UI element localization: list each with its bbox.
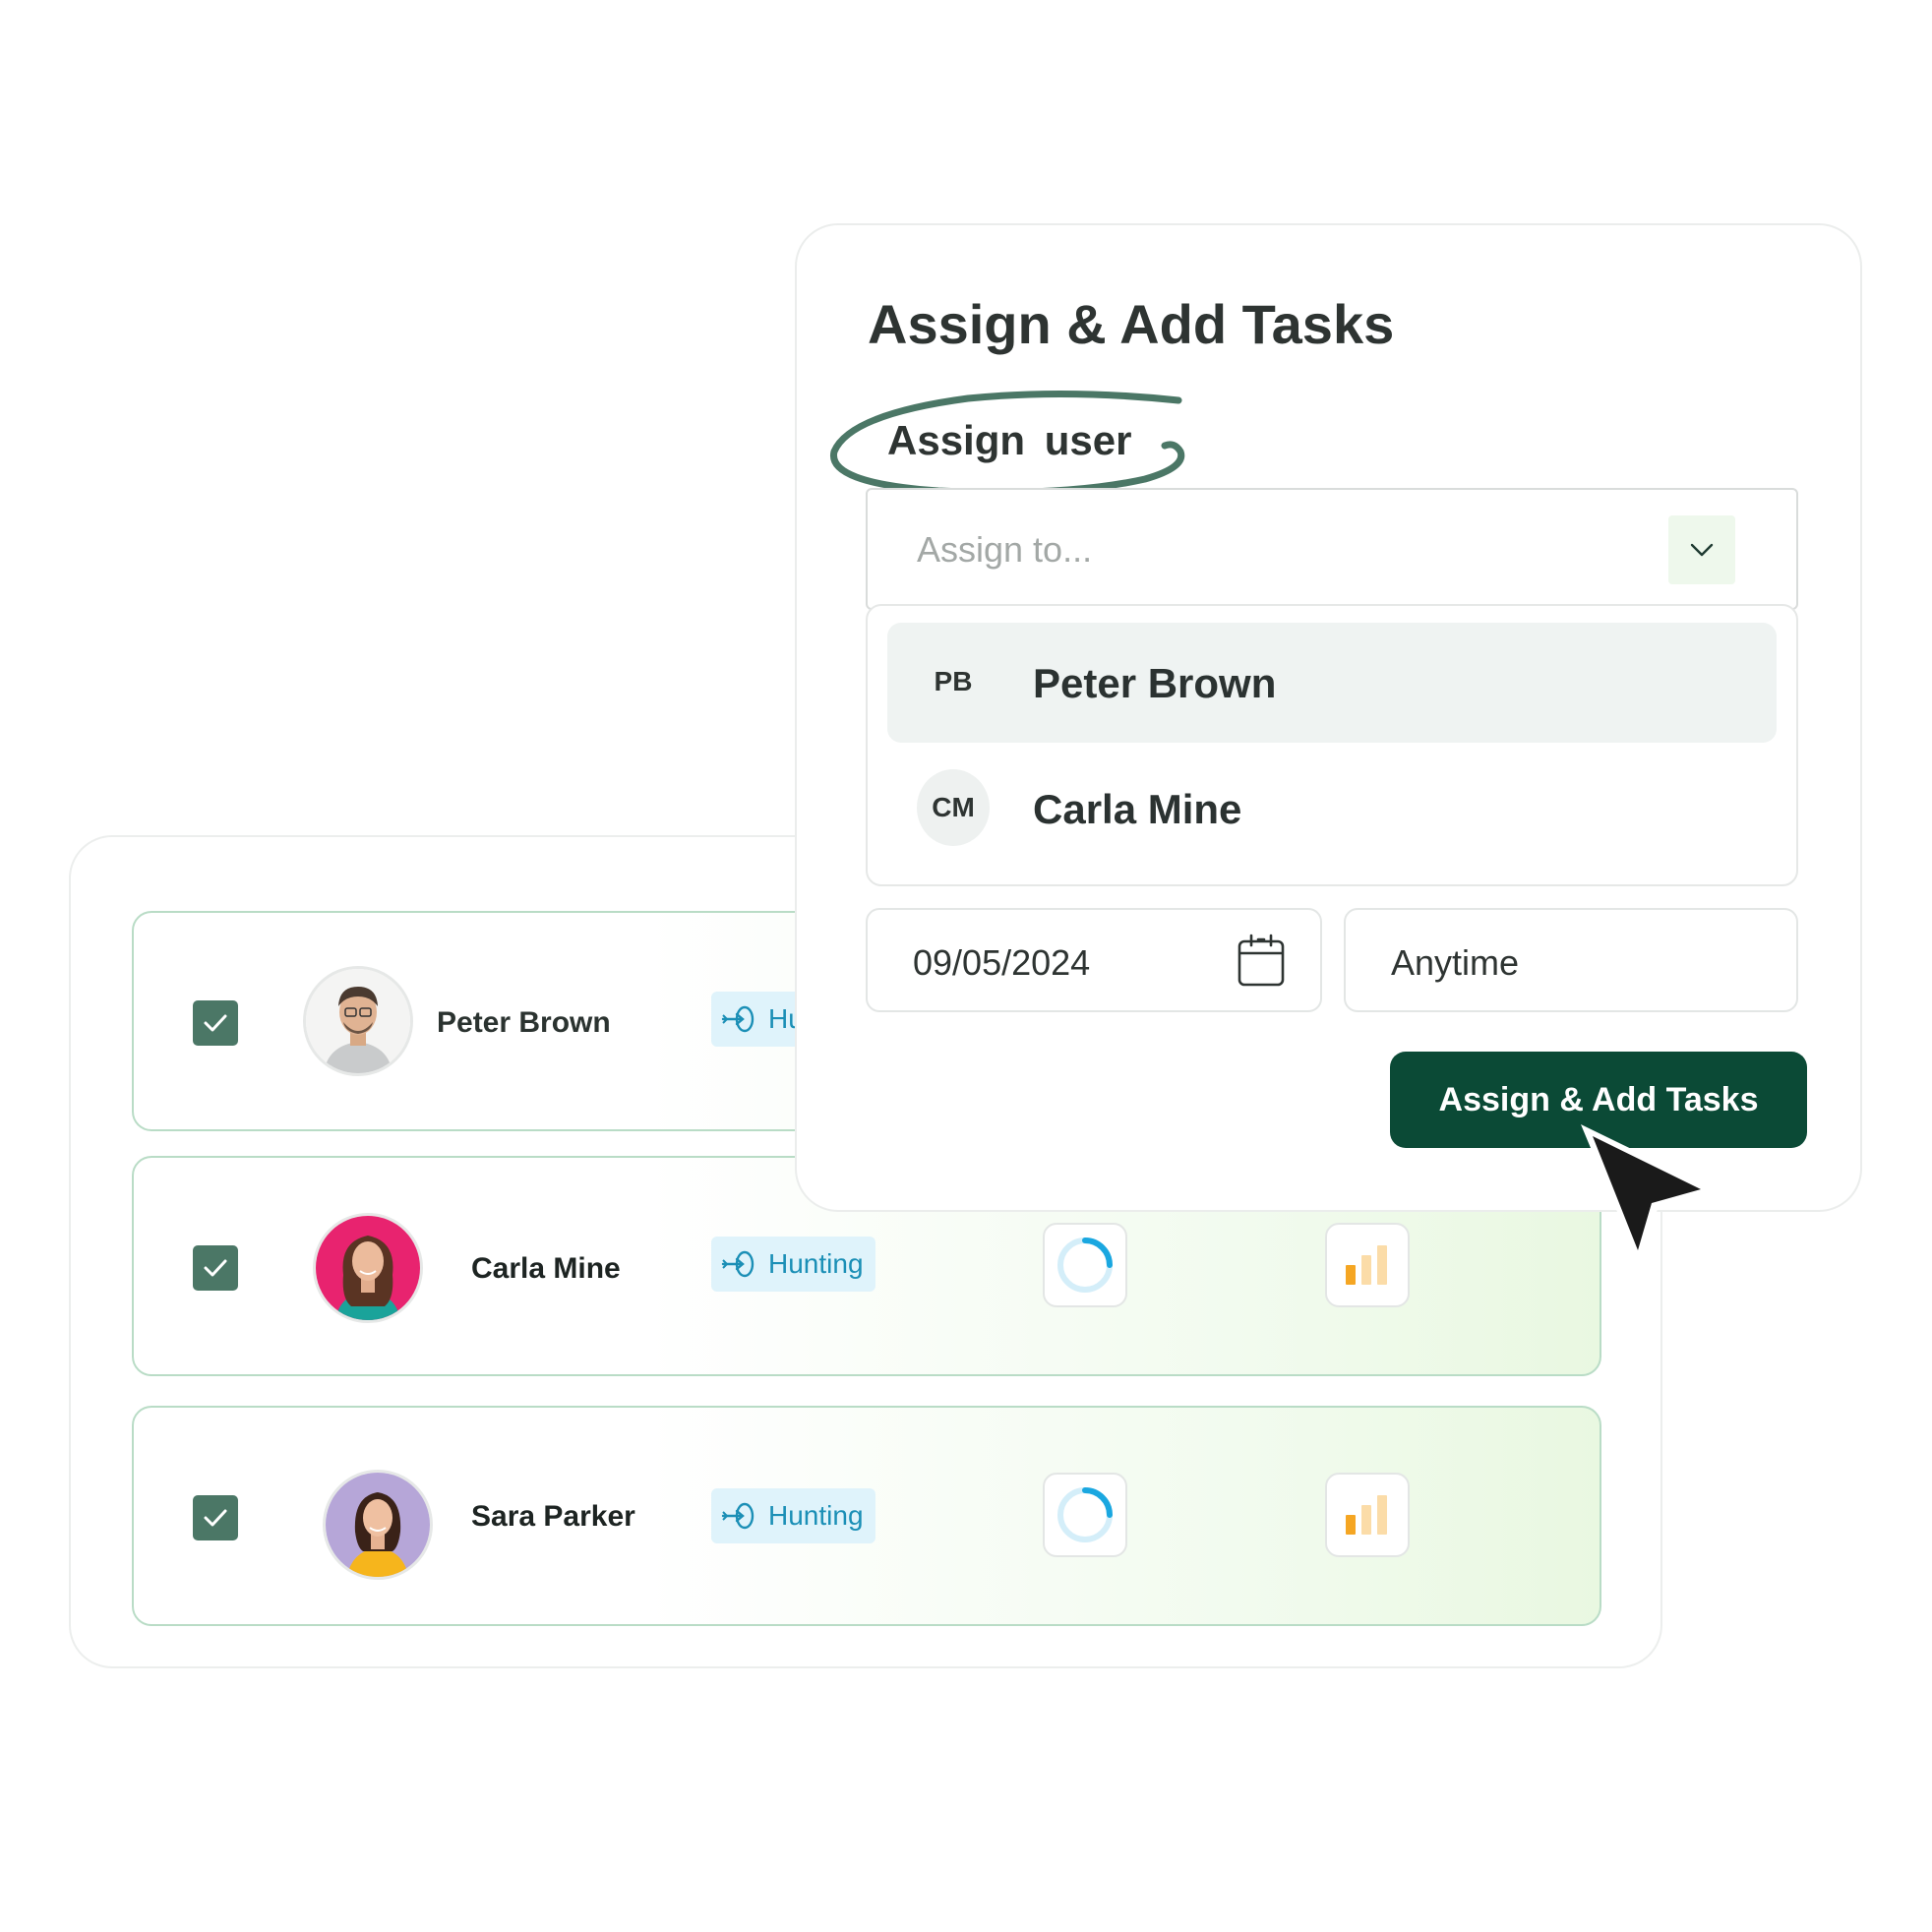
check-icon	[204, 1259, 227, 1277]
assign-user-select[interactable]: Assign to...	[866, 488, 1798, 610]
time-input[interactable]: Anytime	[1344, 908, 1798, 1012]
select-placeholder: Assign to...	[917, 529, 1093, 570]
avatar	[323, 1470, 433, 1580]
progress-indicator[interactable]	[1043, 1473, 1127, 1557]
dropdown-option-peter-brown[interactable]: PB Peter Brown	[887, 623, 1777, 743]
time-value: Anytime	[1391, 942, 1520, 983]
arrow-target-icon	[721, 1250, 755, 1278]
progress-ring-icon	[1057, 1238, 1113, 1293]
bar-chart-icon	[1346, 1245, 1387, 1285]
arrow-target-icon	[721, 1005, 755, 1033]
row-checkbox[interactable]	[193, 1495, 238, 1540]
avatar	[313, 1213, 423, 1323]
progress-ring-icon	[1057, 1487, 1113, 1542]
initials-badge: PB	[934, 666, 973, 696]
assign-tasks-modal: Assign & Add Tasks Assign user Assign to…	[795, 223, 1862, 1212]
user-name: Carla Mine	[471, 1252, 621, 1285]
category-tag[interactable]: Hunting	[711, 1488, 875, 1543]
stats-indicator[interactable]	[1325, 1223, 1410, 1307]
option-label: Peter Brown	[1033, 660, 1277, 706]
chevron-down-icon	[1690, 543, 1714, 557]
user-dropdown-list: PB Peter Brown CM Carla Mine	[866, 604, 1798, 886]
initials-badge: CM	[917, 769, 990, 846]
cursor-arrow-icon	[1581, 1124, 1719, 1266]
dropdown-option-carla-mine[interactable]: CM Carla Mine	[887, 749, 1777, 869]
user-name: Sara Parker	[471, 1500, 635, 1533]
bar-chart-icon	[1346, 1495, 1387, 1535]
check-icon	[204, 1509, 227, 1527]
dropdown-toggle-button[interactable]	[1668, 515, 1735, 584]
date-input[interactable]: 09/05/2024	[866, 908, 1322, 1012]
user-name: Peter Brown	[437, 1006, 611, 1039]
tag-label: Hunting	[768, 1248, 864, 1279]
calendar-icon[interactable]	[1237, 932, 1286, 989]
arrow-target-icon	[721, 1502, 755, 1530]
stats-indicator[interactable]	[1325, 1473, 1410, 1557]
progress-indicator[interactable]	[1043, 1223, 1127, 1307]
avatar	[303, 966, 413, 1076]
date-value: 09/05/2024	[913, 942, 1091, 983]
user-row[interactable]: Sara Parker Hunting	[132, 1406, 1601, 1626]
tag-label: Hunting	[768, 1500, 864, 1531]
row-checkbox[interactable]	[193, 1000, 238, 1046]
modal-title: Assign & Add Tasks	[868, 293, 1395, 355]
assign-user-label: Assign user	[887, 417, 1132, 463]
check-icon	[204, 1014, 227, 1032]
option-label: Carla Mine	[1033, 786, 1242, 832]
row-checkbox[interactable]	[193, 1245, 238, 1291]
category-tag[interactable]: Hunting	[711, 1237, 875, 1292]
